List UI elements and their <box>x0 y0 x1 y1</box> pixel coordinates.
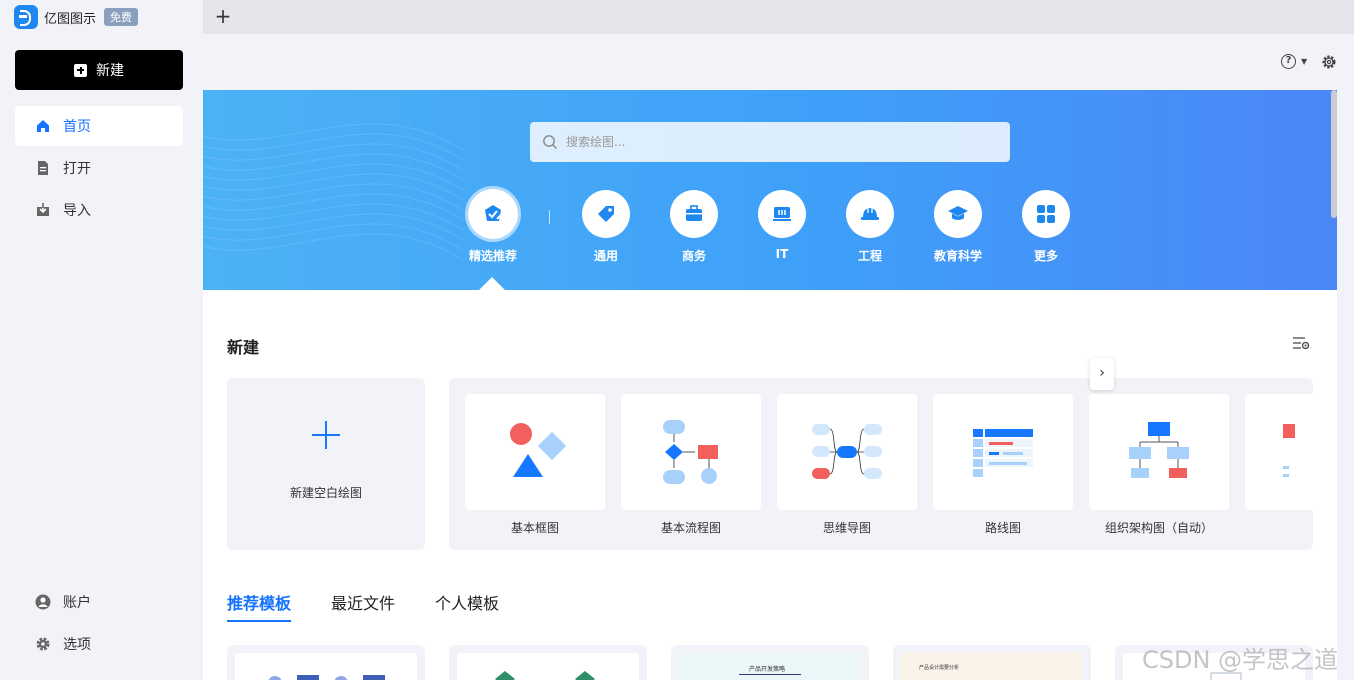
file-icon <box>38 161 48 175</box>
import-icon <box>37 203 49 216</box>
title-bar: 亿图图示 免费 + <box>0 0 1354 34</box>
app-logo-icon <box>14 5 38 29</box>
grid-icon <box>1022 190 1070 238</box>
category-banner: 精选推荐 通用 商务 IT 工程 <box>203 90 1337 290</box>
template-mind-map[interactable]: 思维导图 <box>777 394 917 536</box>
template-basic-block[interactable]: 基本框图 <box>465 394 605 536</box>
sidebar-item-label: 打开 <box>63 161 91 177</box>
featured-icon <box>465 186 521 242</box>
template-basic-flowchart[interactable]: 基本流程图 <box>621 394 761 536</box>
sidebar-item-label: 首页 <box>63 119 91 135</box>
template-label: 思维导图 <box>822 521 871 535</box>
category-label: 商务 <box>681 249 706 263</box>
help-caret-icon[interactable]: ▼ <box>1301 57 1307 66</box>
template-strip: 基本框图 基本流程图 思维导图 路线图 组织架构图（自动） <box>449 378 1313 550</box>
recommended-template-card[interactable] <box>227 645 425 680</box>
category-engineering[interactable]: 工程 <box>830 190 910 264</box>
template-thumbnail <box>465 394 605 510</box>
template-org-chart-auto[interactable]: 组织架构图（自动） <box>1089 394 1229 536</box>
watermark: CSDN @学思之道 <box>1142 646 1339 674</box>
recommended-template-card[interactable]: 产品开发策略 <box>671 645 869 680</box>
user-icon <box>35 594 51 610</box>
monitor-icon <box>758 190 806 238</box>
template-thumbnail <box>621 394 761 510</box>
category-general[interactable]: 通用 <box>566 190 646 264</box>
category-pointer <box>479 277 505 290</box>
template-label: 基本流程图 <box>660 521 721 535</box>
category-label: 精选推荐 <box>468 249 517 263</box>
template-thumbnail <box>1245 394 1313 510</box>
category-education[interactable]: 教育科学 <box>918 190 998 264</box>
template-tabs: 推荐模板 最近文件 个人模板 <box>227 590 539 622</box>
category-label: 通用 <box>593 249 618 263</box>
gear-icon <box>36 637 50 651</box>
template-more-partial[interactable] <box>1245 394 1313 510</box>
sidebar-item-label: 导入 <box>63 203 91 219</box>
template-next-arrow-icon[interactable]: › <box>1090 358 1114 390</box>
category-more[interactable]: 更多 <box>1006 190 1086 264</box>
category-featured[interactable]: 精选推荐 <box>453 186 533 264</box>
category-business[interactable]: 商务 <box>654 190 734 264</box>
app-tab[interactable]: 亿图图示 免费 <box>0 0 203 34</box>
sidebar-item-label: 账户 <box>63 595 91 611</box>
search-bar[interactable] <box>530 122 1010 162</box>
free-badge: 免费 <box>104 8 139 26</box>
recommended-template-card[interactable] <box>449 645 647 680</box>
settings-icon[interactable] <box>1321 54 1337 70</box>
template-thumbnail <box>1089 394 1229 510</box>
graduation-icon <box>934 190 982 238</box>
template-label: 路线图 <box>984 521 1021 535</box>
sidebar-item-home[interactable]: 首页 <box>15 106 183 146</box>
search-input[interactable] <box>566 135 986 149</box>
list-settings-icon[interactable] <box>1292 335 1310 351</box>
sidebar-item-open[interactable]: 打开 <box>15 148 183 188</box>
category-label: 教育科学 <box>933 249 982 263</box>
home-icon <box>37 120 49 132</box>
category-it[interactable]: IT <box>742 190 822 261</box>
template-label: 基本框图 <box>510 521 559 535</box>
template-label: 组织架构图（自动） <box>1104 521 1213 535</box>
new-button-label: 新建 <box>96 63 124 79</box>
category-label: 工程 <box>857 249 882 263</box>
tag-icon <box>582 190 630 238</box>
template-thumbnail <box>235 653 417 680</box>
new-blank-drawing-card[interactable]: 新建空白绘图 <box>227 378 425 550</box>
blank-drawing-label: 新建空白绘图 <box>289 486 362 500</box>
template-thumbnail: 产品开发策略 <box>679 653 861 680</box>
new-section-title: 新建 <box>227 338 260 357</box>
helmet-icon <box>846 190 894 238</box>
sidebar-item-options[interactable]: 选项 <box>15 624 183 664</box>
preview-rule <box>739 674 801 675</box>
template-thumbnail <box>933 394 1073 510</box>
category-divider <box>549 210 550 224</box>
recommended-template-card[interactable]: 产品设计需要分析 <box>893 645 1091 680</box>
category-label: 更多 <box>1033 249 1058 263</box>
help-icon[interactable]: ? <box>1281 54 1296 69</box>
template-thumbnail <box>777 394 917 510</box>
app-name: 亿图图示 <box>44 11 97 27</box>
scrollbar[interactable] <box>1331 90 1337 218</box>
template-preview-title: 产品设计需要分析 <box>919 665 960 671</box>
tab-personal-templates[interactable]: 个人模板 <box>435 590 499 622</box>
briefcase-icon <box>670 190 718 238</box>
template-roadmap[interactable]: 路线图 <box>933 394 1073 536</box>
template-thumbnail: 产品设计需要分析 <box>901 653 1083 680</box>
main-panel: 精选推荐 通用 商务 IT 工程 <box>203 90 1337 680</box>
sidebar-item-account[interactable]: 账户 <box>15 582 183 622</box>
template-preview-title: 产品开发策略 <box>749 666 786 673</box>
sidebar-item-label: 选项 <box>63 637 91 653</box>
template-thumbnail <box>457 653 639 680</box>
category-label: IT <box>775 247 789 261</box>
plus-icon <box>312 421 340 449</box>
new-tab-button[interactable]: + <box>213 5 233 27</box>
plus-icon <box>74 63 87 77</box>
sidebar-item-import[interactable]: 导入 <box>15 190 183 230</box>
tab-recent-files[interactable]: 最近文件 <box>331 590 395 622</box>
search-icon <box>543 135 557 149</box>
tab-recommended-templates[interactable]: 推荐模板 <box>227 590 292 622</box>
new-button[interactable]: 新建 <box>15 50 183 90</box>
